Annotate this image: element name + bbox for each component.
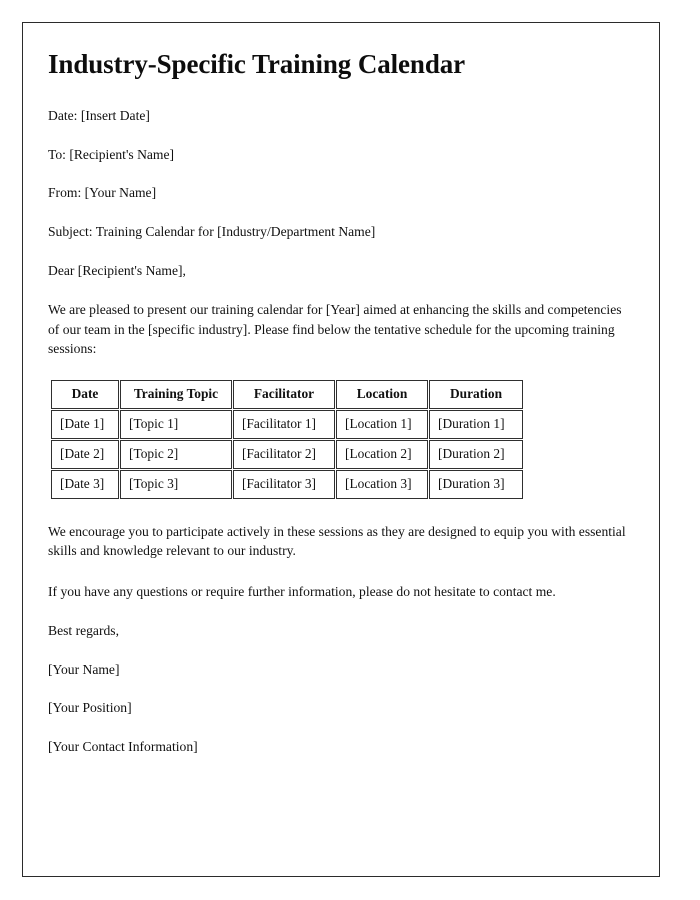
cell-location: [Location 3] xyxy=(336,470,428,500)
cell-duration: [Duration 1] xyxy=(429,410,523,440)
column-header-topic: Training Topic xyxy=(120,380,232,410)
cell-date: [Date 1] xyxy=(51,410,119,440)
cell-facilitator: [Facilitator 1] xyxy=(233,410,335,440)
recipient-line: To: [Recipient's Name] xyxy=(48,146,175,162)
document-page: Industry-Specific Training Calendar Date… xyxy=(22,22,660,877)
salutation: Dear [Recipient's Name], xyxy=(48,262,186,278)
sender-line: From: [Your Name] xyxy=(48,185,157,201)
signature-contact: [Your Contact Information] xyxy=(48,739,198,755)
date-line: Date: [Insert Date] xyxy=(48,107,150,123)
table-row: [Date 2] [Topic 2] [Facilitator 2] [Loca… xyxy=(51,440,523,470)
column-header-duration: Duration xyxy=(429,380,523,410)
encouragement-paragraph: We encourage you to participate actively… xyxy=(48,524,626,559)
table-header-row: Date Training Topic Facilitator Location… xyxy=(51,380,523,410)
cell-facilitator: [Facilitator 3] xyxy=(233,470,335,500)
signature-position: [Your Position] xyxy=(48,700,132,716)
cell-topic: [Topic 2] xyxy=(120,440,232,470)
cell-topic: [Topic 1] xyxy=(120,410,232,440)
table-row: [Date 1] [Topic 1] [Facilitator 1] [Loca… xyxy=(51,410,523,440)
cell-location: [Location 2] xyxy=(336,440,428,470)
column-header-facilitator: Facilitator xyxy=(233,380,335,410)
document-body: Industry-Specific Training Calendar Date… xyxy=(23,23,659,756)
intro-paragraph: We are pleased to present our training c… xyxy=(48,302,622,356)
cell-duration: [Duration 2] xyxy=(429,440,523,470)
cell-topic: [Topic 3] xyxy=(120,470,232,500)
subject-line: Subject: Training Calendar for [Industry… xyxy=(48,223,376,239)
questions-paragraph: If you have any questions or require fur… xyxy=(48,583,556,599)
training-schedule-table: Date Training Topic Facilitator Location… xyxy=(50,379,524,501)
cell-date: [Date 3] xyxy=(51,470,119,500)
closing-line: Best regards, xyxy=(48,623,119,638)
table-row: [Date 3] [Topic 3] [Facilitator 3] [Loca… xyxy=(51,470,523,500)
cell-duration: [Duration 3] xyxy=(429,470,523,500)
cell-location: [Location 1] xyxy=(336,410,428,440)
signature-name: [Your Name] xyxy=(48,661,120,677)
page-title: Industry-Specific Training Calendar xyxy=(48,49,466,79)
cell-date: [Date 2] xyxy=(51,440,119,470)
cell-facilitator: [Facilitator 2] xyxy=(233,440,335,470)
column-header-location: Location xyxy=(336,380,428,410)
column-header-date: Date xyxy=(51,380,119,410)
